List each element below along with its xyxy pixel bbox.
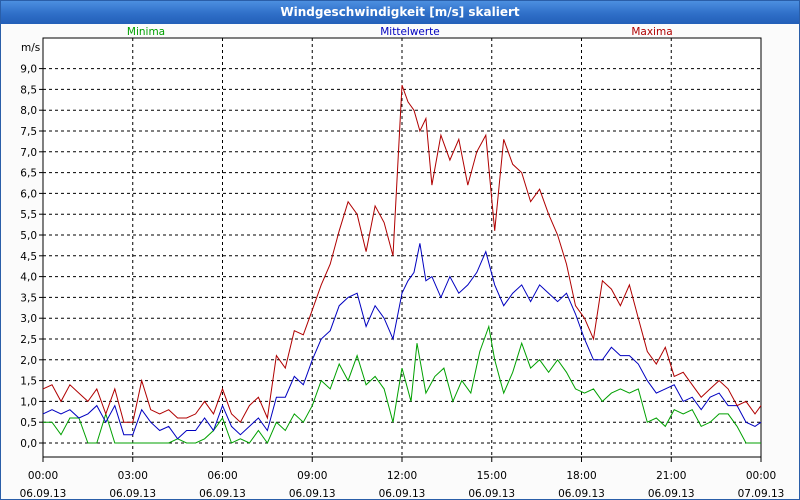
legend-label-minima: Minima bbox=[127, 26, 165, 38]
y-tick-label: 3,0 bbox=[20, 313, 37, 325]
x-axis-ticks: 00:00 06.09.13 03:00 06.09.13 06:00 06.09.13 0… bbox=[20, 457, 785, 500]
y-tick-label: 3,5 bbox=[20, 292, 37, 304]
legend: Minima Mittelwerte Maxima bbox=[127, 26, 673, 38]
wind-speed-chart: 0,0 0,5 1,0 1,5 2,0 2,5 3,0 3,5 4,0 4,5 5,0 5,5 6,0 6… bbox=[20, 26, 785, 500]
x-tick-date-label: 06.09.13 bbox=[109, 488, 156, 500]
y-tick-label: 4,0 bbox=[20, 272, 37, 284]
x-tick-time-label: 09:00 bbox=[297, 470, 327, 482]
chart-window: Windgeschwindigkeit [m/s] skaliert 0,0 0,… bbox=[0, 0, 800, 500]
y-tick-label: 2,5 bbox=[20, 334, 37, 346]
y-tick-label: 1,5 bbox=[20, 376, 37, 388]
y-tick-label: 7,0 bbox=[20, 147, 37, 159]
y-tick-label: 5,5 bbox=[20, 209, 37, 221]
x-tick-date-label: 07.09.13 bbox=[738, 488, 785, 500]
x-tick-time-label: 03:00 bbox=[118, 470, 148, 482]
x-tick-time-label: 06:00 bbox=[207, 470, 237, 482]
legend-label-mittelwerte: Mittelwerte bbox=[380, 26, 440, 38]
x-tick-date-label: 06.09.13 bbox=[289, 488, 336, 500]
x-tick-time-label: 18:00 bbox=[566, 470, 596, 482]
y-tick-label: 5,0 bbox=[20, 230, 37, 242]
y-tick-label: 0,0 bbox=[20, 438, 37, 450]
y-axis-unit-label: m/s bbox=[21, 42, 40, 54]
x-tick-time-label: 00:00 bbox=[28, 470, 58, 482]
y-axis-ticks: 0,0 0,5 1,0 1,5 2,0 2,5 3,0 3,5 4,0 4,5 5,0 5,5 6,0 6… bbox=[20, 64, 43, 450]
x-tick-date-label: 06.09.13 bbox=[648, 488, 695, 500]
x-tick-date-label: 06.09.13 bbox=[558, 488, 605, 500]
x-tick-date-label: 06.09.13 bbox=[20, 488, 67, 500]
y-tick-label: 1,0 bbox=[20, 396, 37, 408]
window-title: Windgeschwindigkeit [m/s] skaliert bbox=[1, 1, 799, 24]
x-tick-date-label: 06.09.13 bbox=[468, 488, 515, 500]
x-tick-time-label: 12:00 bbox=[387, 470, 417, 482]
y-tick-label: 2,0 bbox=[20, 355, 37, 367]
x-tick-time-label: 00:00 bbox=[746, 470, 776, 482]
x-tick-date-label: 06.09.13 bbox=[379, 488, 426, 500]
y-tick-label: 9,0 bbox=[20, 64, 37, 76]
y-tick-label: 7,5 bbox=[20, 126, 37, 138]
x-tick-time-label: 21:00 bbox=[656, 470, 686, 482]
y-tick-label: 6,5 bbox=[20, 168, 37, 180]
x-tick-time-label: 15:00 bbox=[477, 470, 507, 482]
y-tick-label: 8,0 bbox=[20, 105, 37, 117]
y-tick-label: 0,5 bbox=[20, 417, 37, 429]
y-tick-label: 8,5 bbox=[20, 84, 37, 96]
y-tick-label: 4,5 bbox=[20, 251, 37, 263]
y-tick-label: 6,0 bbox=[20, 188, 37, 200]
x-tick-date-label: 06.09.13 bbox=[199, 488, 246, 500]
legend-label-maxima: Maxima bbox=[631, 26, 672, 38]
